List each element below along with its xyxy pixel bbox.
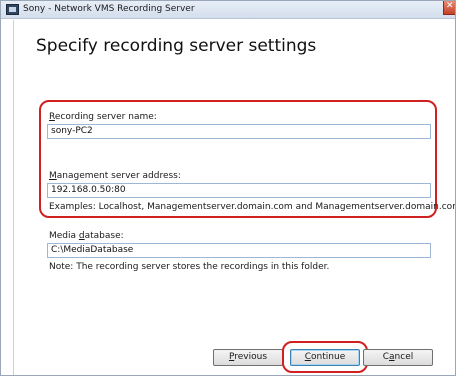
recording-server-name-input[interactable]: sony-PC2 bbox=[47, 124, 431, 139]
close-icon[interactable] bbox=[443, 1, 455, 15]
installer-window: Sony - Network VMS Recording Server Spec… bbox=[0, 0, 456, 376]
previous-button[interactable]: Previous bbox=[213, 349, 283, 366]
management-server-examples: Examples: Localhost, Managementserver.do… bbox=[49, 202, 456, 212]
window-title: Sony - Network VMS Recording Server bbox=[23, 4, 195, 14]
title-bar[interactable]: Sony - Network VMS Recording Server bbox=[1, 1, 455, 19]
management-server-address-label: Management server address: bbox=[49, 171, 181, 181]
page-title: Specify recording server settings bbox=[36, 36, 317, 56]
media-database-input[interactable]: C:\MediaDatabase bbox=[47, 243, 431, 258]
cancel-button[interactable]: Cancel bbox=[363, 349, 433, 366]
app-icon bbox=[6, 4, 19, 15]
continue-button[interactable]: Continue bbox=[290, 349, 360, 366]
media-database-label: Media database: bbox=[49, 231, 124, 241]
recording-server-name-label: Recording server name: bbox=[49, 112, 157, 122]
management-server-address-input[interactable]: 192.168.0.50:80 bbox=[47, 183, 431, 198]
media-database-note: Note: The recording server stores the re… bbox=[49, 262, 330, 272]
